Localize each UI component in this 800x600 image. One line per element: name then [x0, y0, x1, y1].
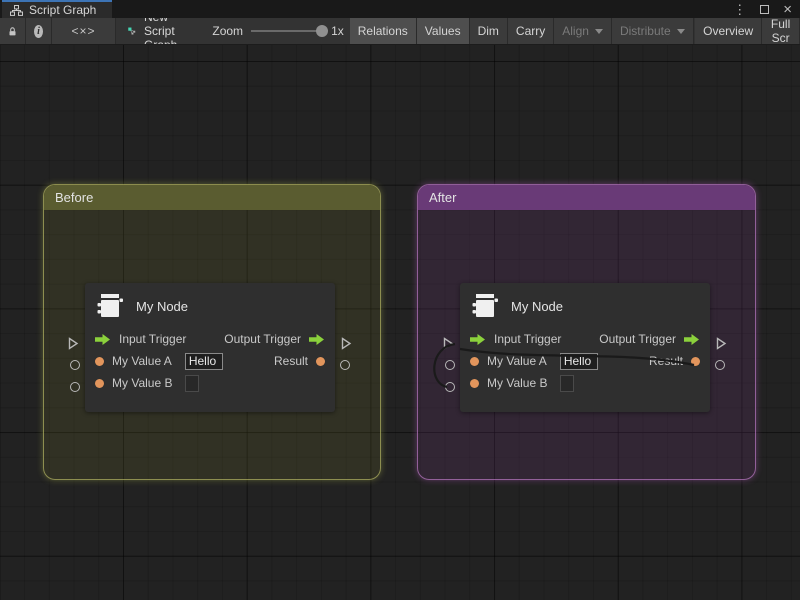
- external-flow-port[interactable]: [716, 337, 727, 355]
- toolbar-toggles: Relations Values Dim Carry Align Distrib…: [350, 18, 800, 44]
- unit-node-icon: [472, 293, 500, 320]
- window-controls: ⋮ ×: [733, 0, 800, 18]
- value-input-port-icon[interactable]: [95, 357, 104, 366]
- group-before-title: Before: [55, 190, 93, 205]
- values-toggle[interactable]: Values: [417, 18, 470, 44]
- input-trigger-label: Input Trigger: [494, 332, 561, 346]
- port-row: My Value B: [460, 372, 710, 394]
- external-flow-port[interactable]: [68, 337, 79, 355]
- my-value-a-label: My Value A: [487, 354, 547, 368]
- value-input-port-icon[interactable]: [95, 379, 104, 388]
- my-value-b-field[interactable]: [185, 375, 199, 392]
- external-flow-port[interactable]: [341, 337, 352, 355]
- graph-asset-icon: [128, 24, 136, 38]
- zoom-control: Zoom 1x: [206, 18, 349, 44]
- port-row: My Value A Result: [85, 350, 335, 372]
- result-label: Result: [274, 354, 308, 368]
- external-value-port[interactable]: [70, 382, 80, 392]
- node-my-node-after[interactable]: My Node Input Trigger Output Trigger: [460, 283, 710, 412]
- carry-toggle[interactable]: Carry: [508, 18, 554, 44]
- node-ports: Input Trigger Output Trigger My Value A: [460, 328, 710, 394]
- external-value-port[interactable]: [445, 360, 455, 370]
- value-output-port-icon[interactable]: [691, 357, 700, 366]
- value-input-port-icon[interactable]: [470, 379, 479, 388]
- node-ports: Input Trigger Output Trigger My Value A: [85, 328, 335, 394]
- external-value-port[interactable]: [340, 360, 350, 370]
- my-value-a-field[interactable]: [560, 353, 598, 370]
- port-row: Input Trigger Output Trigger: [85, 328, 335, 350]
- value-input-port-icon[interactable]: [470, 357, 479, 366]
- graph-title-label: New Script Graph: [144, 18, 194, 45]
- graph-toolbar: i <×> New Script Graph Zoom 1x Relations…: [0, 18, 800, 45]
- maximize-icon[interactable]: [760, 5, 769, 14]
- chevron-down-icon: [595, 29, 603, 34]
- script-graph-tab-icon: [10, 5, 23, 16]
- distribute-dropdown[interactable]: Distribute: [612, 18, 694, 44]
- tab-title: Script Graph: [29, 3, 96, 17]
- port-row: My Value A Result: [460, 350, 710, 372]
- my-value-a-label: My Value A: [112, 354, 172, 368]
- unit-node-icon: [97, 293, 125, 320]
- group-after-header[interactable]: After: [418, 185, 755, 210]
- my-value-b-field[interactable]: [560, 375, 574, 392]
- external-value-port[interactable]: [70, 360, 80, 370]
- node-header: My Node: [85, 283, 335, 324]
- code-preview-icon: <×>: [71, 24, 95, 38]
- flow-output-port-icon[interactable]: [684, 333, 700, 346]
- group-before-header[interactable]: Before: [44, 185, 380, 210]
- port-row: Input Trigger Output Trigger: [460, 328, 710, 350]
- tab-bar: Script Graph ⋮ ×: [0, 0, 800, 18]
- external-value-port[interactable]: [445, 382, 455, 392]
- result-label: Result: [649, 354, 683, 368]
- output-trigger-label: Output Trigger: [599, 332, 676, 346]
- zoom-value: 1x: [331, 24, 344, 38]
- lock-icon: [8, 25, 17, 38]
- node-my-node-before[interactable]: My Node Input Trigger Output Trigger: [85, 283, 335, 412]
- node-header: My Node: [460, 283, 710, 324]
- dim-toggle[interactable]: Dim: [470, 18, 508, 44]
- code-preview-button[interactable]: <×>: [52, 18, 116, 44]
- input-trigger-label: Input Trigger: [119, 332, 186, 346]
- tab-script-graph[interactable]: Script Graph: [2, 0, 112, 18]
- graph-canvas[interactable]: Before After My Node: [0, 45, 800, 600]
- external-value-port[interactable]: [715, 360, 725, 370]
- close-icon[interactable]: ×: [783, 2, 792, 17]
- node-title: My Node: [136, 299, 188, 314]
- my-value-b-label: My Value B: [487, 376, 547, 390]
- window-menu-icon[interactable]: ⋮: [733, 3, 746, 16]
- zoom-label: Zoom: [212, 24, 243, 38]
- output-trigger-label: Output Trigger: [224, 332, 301, 346]
- visual-scripting-window: Script Graph ⋮ × i <×>: [0, 0, 800, 600]
- port-row: My Value B: [85, 372, 335, 394]
- lock-button[interactable]: [0, 18, 26, 44]
- overview-button[interactable]: Overview: [695, 18, 762, 44]
- value-output-port-icon[interactable]: [316, 357, 325, 366]
- relations-toggle[interactable]: Relations: [350, 18, 417, 44]
- info-button[interactable]: i: [26, 18, 52, 44]
- zoom-slider[interactable]: [251, 30, 323, 32]
- info-icon: i: [34, 25, 43, 38]
- zoom-slider-knob[interactable]: [316, 25, 328, 37]
- fullscreen-button[interactable]: Full Scr: [762, 18, 800, 44]
- my-value-a-field[interactable]: [185, 353, 223, 370]
- group-after-title: After: [429, 190, 456, 205]
- align-dropdown[interactable]: Align: [554, 18, 612, 44]
- chevron-down-icon: [677, 29, 685, 34]
- flow-input-port-icon[interactable]: [95, 333, 111, 346]
- my-value-b-label: My Value B: [112, 376, 172, 390]
- external-flow-port[interactable]: [443, 337, 454, 355]
- flow-output-port-icon[interactable]: [309, 333, 325, 346]
- flow-input-port-icon[interactable]: [470, 333, 486, 346]
- node-title: My Node: [511, 299, 563, 314]
- graph-title-area: New Script Graph: [116, 18, 206, 44]
